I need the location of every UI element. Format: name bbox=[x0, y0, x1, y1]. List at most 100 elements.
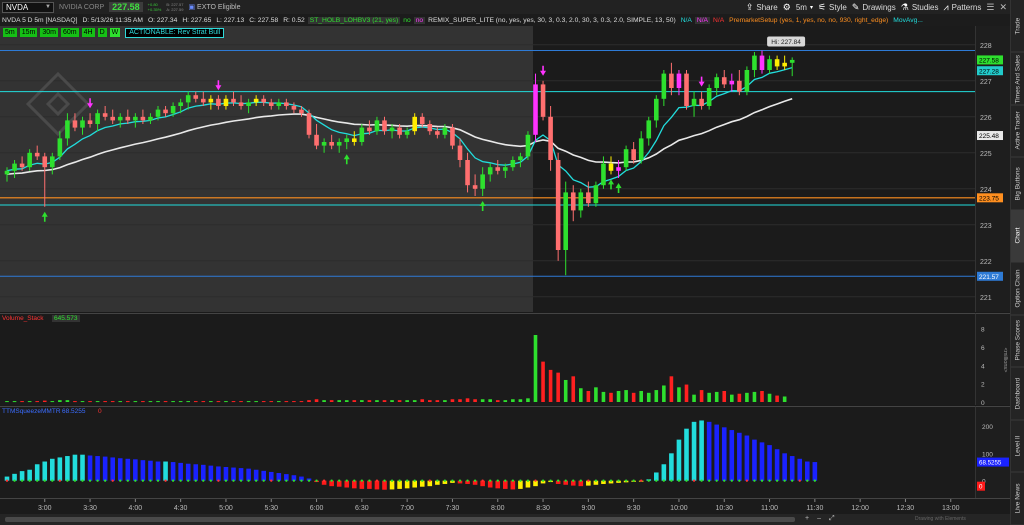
candle bbox=[510, 156, 516, 171]
volume-bar bbox=[571, 376, 576, 402]
oscillator-bar bbox=[19, 471, 25, 481]
candle-body bbox=[163, 109, 168, 114]
sidebar-tab-chart[interactable]: Chart bbox=[1011, 210, 1024, 263]
squeeze-dot bbox=[322, 479, 326, 482]
volume-bar bbox=[405, 400, 409, 402]
style-button[interactable]: ⚟ Style bbox=[818, 2, 847, 13]
patterns-button[interactable]: ⩘ Patterns bbox=[944, 2, 982, 13]
sidebar-tab-live-news[interactable]: Live News bbox=[1011, 472, 1024, 525]
tf-w[interactable]: W bbox=[109, 28, 121, 37]
studies-button[interactable]: ⚗ Studies bbox=[901, 2, 939, 13]
candle-body bbox=[601, 163, 606, 186]
oscillator-axis[interactable]: 200100068.52550 bbox=[975, 406, 1010, 498]
oscillator-bar bbox=[729, 430, 735, 481]
chart-scrollbar[interactable]: + – ⤢ Drawing with Elements bbox=[0, 514, 1010, 525]
price-tick-label: 226 bbox=[980, 115, 992, 122]
candle-body bbox=[276, 102, 282, 106]
oscillator-bar bbox=[178, 462, 183, 481]
oscillator-bar bbox=[359, 480, 365, 489]
squeeze-dot bbox=[572, 479, 575, 482]
oscillator-bar bbox=[117, 458, 123, 481]
squeeze-dot bbox=[111, 479, 114, 482]
squeeze-dot bbox=[519, 479, 522, 482]
candle bbox=[691, 91, 697, 117]
squeeze-dot bbox=[791, 479, 794, 482]
sidebar-tab-trade[interactable]: Trade bbox=[1011, 0, 1024, 53]
study-holb[interactable]: ST_HOLB_LOHBV3 (21, yes) bbox=[307, 16, 401, 24]
zoom-out-button[interactable]: – bbox=[817, 515, 821, 524]
tf-15m[interactable]: 15m bbox=[19, 28, 38, 37]
squeeze-dot bbox=[96, 479, 99, 482]
tf-30m[interactable]: 30m bbox=[40, 28, 58, 37]
study-movavg[interactable]: MovAvg... bbox=[891, 17, 925, 24]
candle bbox=[601, 156, 606, 189]
sidebar-tab-level-ii[interactable]: Level II bbox=[1011, 420, 1024, 473]
bar-low: L: 227.13 bbox=[216, 16, 245, 24]
sidebar-tab-dashboard[interactable]: Dashboard bbox=[1011, 367, 1024, 420]
volume-bar bbox=[443, 400, 447, 402]
drawings-button[interactable]: ✎ Drawings bbox=[852, 2, 896, 13]
price-chart-panel[interactable]: Hi: 227.84 bbox=[0, 26, 975, 312]
close-icon[interactable]: ✕ bbox=[999, 2, 1007, 13]
tf-5m[interactable]: 5m bbox=[3, 28, 17, 37]
volume-bar bbox=[586, 390, 591, 402]
volume-axis[interactable]: 8 6 4 2 0 <millions> bbox=[975, 313, 1010, 407]
volume-bar bbox=[745, 392, 749, 402]
sidebar-tab-times-and-sales[interactable]: Times And Sales bbox=[1011, 52, 1024, 105]
volume-panel[interactable]: Volume_Stack 645.573 bbox=[0, 313, 975, 405]
volume-unit-label: <millions> bbox=[1002, 348, 1008, 373]
sidebar-tab-option-chain[interactable]: Option Chain bbox=[1011, 262, 1024, 315]
volume-bar bbox=[722, 390, 727, 402]
squeeze-dot bbox=[564, 479, 567, 482]
zoom-in-button[interactable]: + bbox=[805, 515, 809, 524]
candle-body bbox=[389, 127, 395, 132]
candle-body bbox=[65, 120, 70, 139]
candle-body bbox=[616, 167, 621, 171]
candle bbox=[570, 185, 576, 222]
candle-body bbox=[133, 116, 138, 121]
volume-bar bbox=[133, 401, 138, 403]
oscillator-study-label[interactable]: TTMSqueezeMMTR bbox=[2, 408, 61, 415]
price-axis[interactable]: 228 227 226 225 224 223 222 221 227.58 227.28 225.… bbox=[975, 26, 1010, 312]
price-axis-svg: 228 227 226 225 224 223 222 221 227.58 227.28 225.… bbox=[977, 43, 1003, 302]
volume-study-label[interactable]: Volume_Stack bbox=[2, 315, 44, 322]
tf-4h[interactable]: 4H bbox=[81, 28, 95, 37]
zoom-fit-button[interactable]: ⤢ bbox=[829, 515, 835, 524]
price-tick-label: 224 bbox=[980, 187, 992, 194]
scrollbar-thumb[interactable] bbox=[5, 517, 795, 522]
timeframe-button[interactable]: 5m ▾ bbox=[796, 3, 813, 12]
volume-bar bbox=[186, 401, 190, 403]
sidebar-tab-big-buttons[interactable]: Big Buttons bbox=[1011, 157, 1024, 210]
time-tick-label: 9:30 bbox=[627, 505, 641, 512]
oscillator-bar bbox=[163, 461, 168, 481]
squeeze-dot bbox=[813, 479, 817, 482]
settings-button[interactable]: ⚙ bbox=[783, 2, 791, 13]
study-premarket[interactable]: PremarketSetup (yes, 1, yes, no, no, 930… bbox=[727, 17, 890, 24]
sidebar-tab-phase-scores[interactable]: Phase Scores bbox=[1011, 315, 1024, 368]
study-remix-na1: N/A bbox=[680, 16, 692, 24]
oscillator-panel[interactable]: TTMSqueezeMMTR 68.5255 0 bbox=[0, 406, 975, 498]
candle-body bbox=[253, 98, 259, 103]
oscillator-bar bbox=[782, 453, 787, 481]
studies-label: Studies bbox=[911, 2, 939, 12]
study-remix[interactable]: REMIX_SUPER_LITE (no, yes, yes, 30, 3, 0… bbox=[426, 17, 678, 24]
candle-body bbox=[646, 120, 652, 139]
time-axis[interactable]: 3:00 3:30 4:00 4:30 5:00 5:30 6:00 6:30 7:00 7:30… bbox=[0, 498, 1010, 514]
share-button[interactable]: ⇪ Share bbox=[746, 2, 778, 13]
oscillator-bar bbox=[246, 468, 251, 481]
candle bbox=[495, 160, 501, 175]
symbol-selector[interactable]: NVDA ▼ bbox=[2, 1, 54, 13]
candle bbox=[548, 106, 553, 171]
sidebar-tab-active-trader[interactable]: Active Trader bbox=[1011, 105, 1024, 158]
tf-60m[interactable]: 60m bbox=[60, 28, 79, 37]
tf-d[interactable]: D bbox=[97, 28, 107, 37]
window-menu-icon[interactable]: ☰ bbox=[986, 2, 994, 13]
candle-body bbox=[223, 98, 229, 106]
squeeze-dot bbox=[707, 479, 711, 482]
candle bbox=[110, 109, 115, 124]
candle-body bbox=[729, 80, 735, 85]
candle-body bbox=[336, 142, 342, 146]
squeeze-dot bbox=[239, 479, 243, 482]
candle-body bbox=[586, 192, 591, 204]
pencil-icon: ✎ bbox=[851, 1, 860, 12]
